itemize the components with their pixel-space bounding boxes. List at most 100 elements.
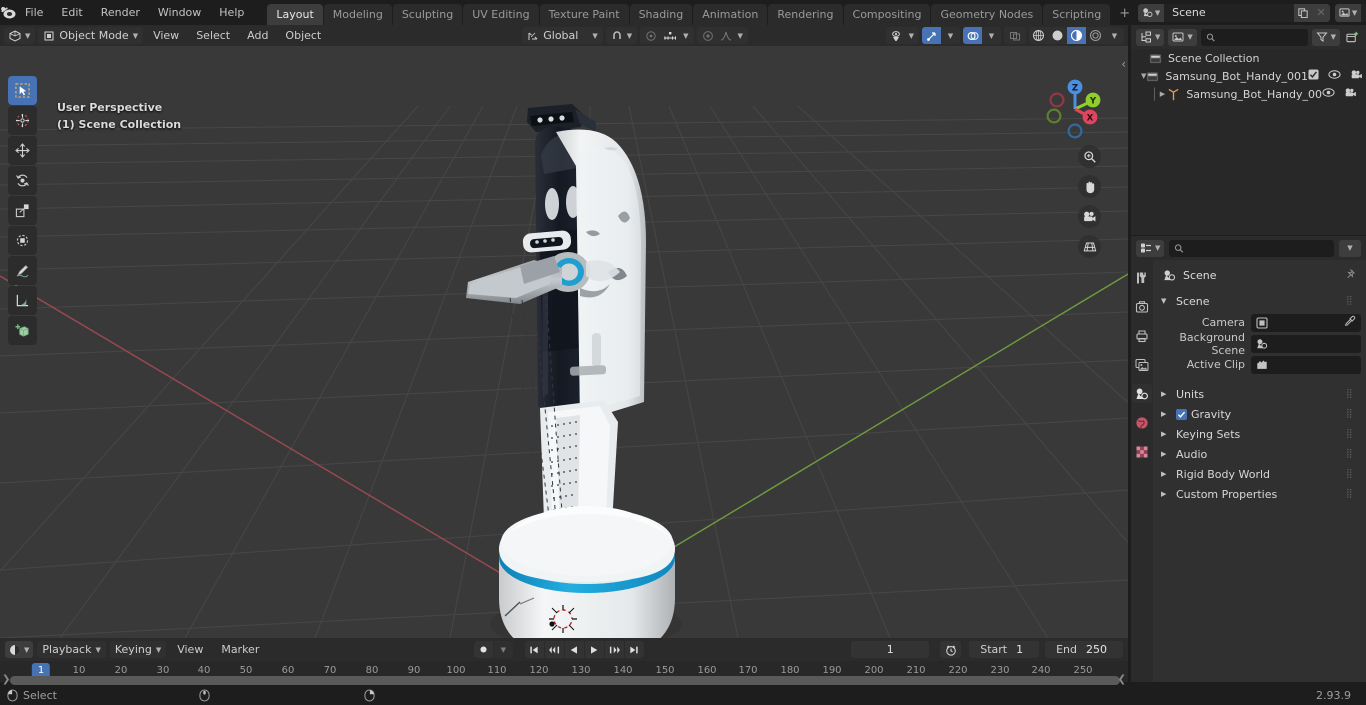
workspace-tab-uv-editing[interactable]: UV Editing [463,4,539,25]
outliner-row-samsung-bot-handy-001[interactable]: ▼ Samsung_Bot_Handy_001 [1131,67,1366,85]
expander-right-icon[interactable]: ▶ [1158,90,1168,98]
measure-tool[interactable] [8,286,37,315]
panel-header-audio[interactable]: ▶ Audio ⣿ [1153,444,1366,464]
prop-row-background-scene[interactable]: Background Scene [1153,331,1361,357]
unlink-x-icon[interactable]: ✕ [1312,3,1331,22]
overlays-icon[interactable] [963,27,982,44]
background-scene-field[interactable] [1251,334,1361,353]
outliner-search-box[interactable] [1200,28,1308,46]
panel-header-keying-sets[interactable]: ▶ Keying Sets ⣿ [1153,424,1366,444]
outliner-new-collection-icon[interactable] [1344,31,1361,44]
camera-icon[interactable] [1078,205,1101,228]
duplicate-icon[interactable] [1294,3,1313,22]
proportional-editing-group[interactable]: ▼ [640,27,694,44]
viewport-menu-select[interactable]: Select [189,27,237,44]
overlays-dropdown-chevron[interactable]: ▼ [982,27,1001,44]
properties-tab-scene[interactable] [1132,384,1152,403]
proportional-falloff-group[interactable]: ▼ [696,27,748,44]
add-cube-tool[interactable] [8,316,37,345]
shading-wireframe-icon[interactable] [1029,27,1048,44]
scene-id-block[interactable]: ▼ Scene ✕ [1138,3,1331,22]
current-frame-field[interactable]: 1 [851,641,930,658]
viewport-menu-object[interactable]: Object [278,27,328,44]
viewport-canvas[interactable] [0,46,1128,638]
transform-tool[interactable] [8,226,37,255]
timeline-menu-marker[interactable]: Marker [214,641,266,658]
hide-in-viewport-eye-icon[interactable] [1322,87,1335,101]
transform-orientation-dropdown[interactable]: Global ▼ [522,27,603,44]
properties-options-chevron-icon[interactable]: ▼ [1339,239,1361,257]
viewport-menu-view[interactable]: View [146,27,186,44]
properties-search-input[interactable] [1188,241,1329,255]
snap-toggle[interactable]: ▼ [605,27,638,44]
workspace-tab-shading[interactable]: Shading [629,4,693,25]
camera-field[interactable] [1251,313,1361,332]
ortho-persp-grid-icon[interactable] [1078,235,1101,258]
workspace-tab-sculpting[interactable]: Sculpting [392,4,463,25]
properties-tab-tool[interactable] [1132,268,1152,287]
expander-right-icon[interactable]: ▶ [1161,450,1170,458]
panel-header-scene[interactable]: ▼ Scene ⣿ [1153,291,1366,311]
view-layer-name-field[interactable]: View Layer [1361,3,1366,22]
workspace-tab-geometry-nodes[interactable]: Geometry Nodes [931,4,1043,25]
play-reverse-icon[interactable] [564,641,584,658]
panel-header-gravity[interactable]: ▶ Gravity ⣿ [1153,404,1366,424]
view-layer-icon[interactable]: ▼ [1335,3,1362,22]
outliner-filter-id-icon[interactable]: ▼ [1168,28,1197,46]
outliner-filter-funnel-icon[interactable]: ▼ [1311,28,1340,46]
shading-mode-group[interactable]: ▼ [1029,27,1124,44]
blender-logo-icon[interactable] [0,5,16,20]
hide-in-viewport-eye-icon[interactable] [1328,69,1341,83]
xray-toggle[interactable] [1004,27,1026,44]
navigation-gizmo[interactable]: Z Y X [1038,69,1110,141]
outliner-search-input[interactable] [1219,30,1303,44]
expander-right-icon[interactable]: ▶ [1161,390,1170,398]
cursor-tool[interactable] [8,106,37,135]
workspace-tab-scripting[interactable]: Scripting [1043,4,1111,25]
workspace-tab-compositing[interactable]: Compositing [843,4,931,25]
shading-dropdown-chevron[interactable]: ▼ [1105,27,1124,44]
tweak-select-box-tool[interactable] [8,76,37,105]
object-mode-selector[interactable]: Object Mode ▼ [38,27,144,44]
properties-editor[interactable]: ▼ ▼ Scene ▼ Scene ⣿ Camera Background Sc… [1131,236,1366,682]
timeline-menu-keying[interactable]: Keying ▼ [109,641,167,658]
scroll-right-arrow-icon[interactable]: ❮ [1118,674,1126,685]
sidebar-collapse-chevron-icon[interactable]: ‹ [1121,57,1126,71]
properties-tab-world[interactable] [1132,413,1152,432]
overlays-toggle-group[interactable]: ▼ [963,27,1001,44]
jump-to-end-icon[interactable] [624,641,644,658]
workspace-tab-texture-paint[interactable]: Texture Paint [539,4,629,25]
workspace-tab-rendering[interactable]: Rendering [768,4,843,25]
properties-tab-render[interactable] [1132,297,1152,316]
scene-name-field[interactable]: Scene [1164,3,1295,22]
annotate-tool[interactable] [8,256,37,285]
add-workspace-button[interactable]: + [1111,4,1138,25]
scene-icon[interactable]: ▼ [1138,3,1165,22]
jump-next-keyframe-icon[interactable] [604,641,624,658]
outliner-display-mode-icon[interactable]: ▼ [1136,28,1165,46]
expander-down-icon[interactable]: ▼ [1161,297,1170,305]
menu-window[interactable]: Window [149,3,210,22]
move-tool[interactable] [8,136,37,165]
gizmo-toggle-group[interactable]: ▼ [922,27,960,44]
workspace-tab-modeling[interactable]: Modeling [323,4,392,25]
eyedropper-icon[interactable] [1344,315,1356,330]
pan-hand-icon[interactable] [1078,175,1101,198]
jump-to-start-icon[interactable] [524,641,544,658]
properties-tab-view-layer[interactable] [1132,355,1152,374]
gizmo-dropdown-chevron[interactable]: ▼ [941,27,960,44]
active-clip-field[interactable] [1251,355,1361,374]
timeline-editor-type-icon[interactable]: ▼ [5,641,34,658]
properties-search-box[interactable] [1169,239,1334,257]
outliner-row-scene-collection[interactable]: Scene Collection [1131,49,1366,67]
menu-render[interactable]: Render [92,3,149,22]
scale-tool[interactable] [8,196,37,225]
workspace-tab-layout[interactable]: Layout [267,4,323,25]
properties-tab-texture[interactable] [1132,442,1152,461]
editor-type-3dview-icon[interactable]: ▼ [4,27,36,44]
timeline-menu-view[interactable]: View [170,641,210,658]
object-visibility-dropdown[interactable]: ▼ [885,27,919,44]
viewport-menu-add[interactable]: Add [240,27,275,44]
expander-right-icon[interactable]: ▶ [1161,410,1170,418]
disable-in-render-camera-icon[interactable] [1344,87,1357,101]
